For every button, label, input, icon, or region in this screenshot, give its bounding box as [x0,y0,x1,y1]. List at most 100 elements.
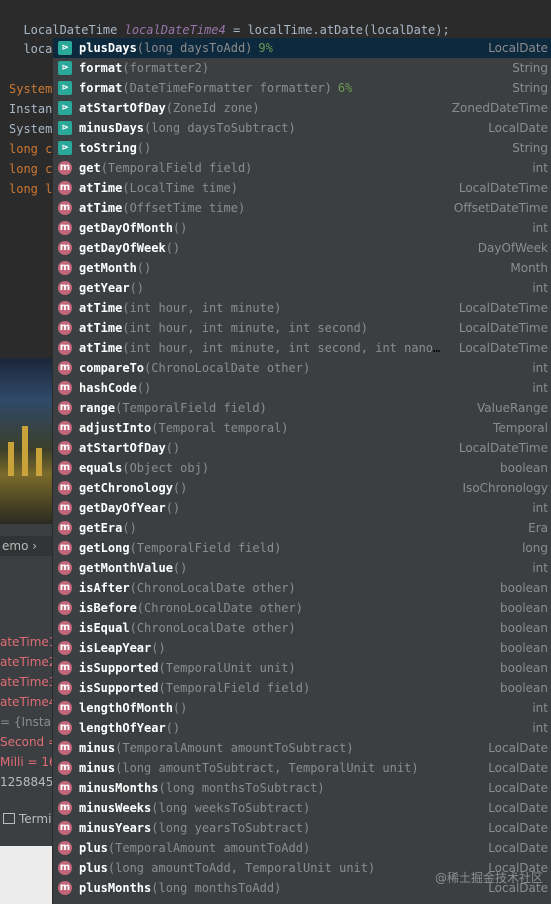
completion-item[interactable]: m getYear() int [53,278,551,298]
completion-item[interactable]: m isEqual(ChronoLocalDate other) boolean [53,618,551,638]
return-type: int [532,501,548,515]
method-name: plus [79,861,108,875]
completion-signature: minus(TemporalAmount amountToSubtract) [79,738,354,758]
code-completion-popup[interactable]: ⋗ plusDays(long daysToAdd) 9% LocalDate ⋗ for… [52,38,551,904]
method-icon: m [58,401,72,415]
method-name: isBefore [79,601,137,615]
variable-entry[interactable]: ateTime1 [0,632,56,652]
method-name: hashCode [79,381,137,395]
code-line-2[interactable]: localDate. [9,19,97,56]
completion-item[interactable]: ⋗ format(DateTimeFormatter formatter) 6% St… [53,78,551,98]
variable-entry[interactable]: = {Instan [0,712,59,732]
completion-item[interactable]: ⋗ atStartOfDay(ZoneId zone) ZonedDateTime [53,98,551,118]
method-icon: m [58,301,72,315]
completion-item[interactable]: m range(TemporalField field) ValueRange [53,398,551,418]
completion-item[interactable]: m getDayOfMonth() int [53,218,551,238]
completion-item[interactable]: m isAfter(ChronoLocalDate other) boolean [53,578,551,598]
completion-item[interactable]: m atTime(int hour, int minute) LocalDateTi… [53,298,551,318]
terminal-icon [3,813,15,824]
return-type: LocalDateTime [458,181,548,195]
completion-signature: minus(long amountToSubtract, TemporalUni… [79,758,419,778]
code-line-1[interactable]: LocalDateTime localDateTime4 = localTime… [9,0,449,37]
completion-item[interactable]: m hashCode() int [53,378,551,398]
completion-item[interactable]: m adjustInto(Temporal temporal) Temporal [53,418,551,438]
background-image [0,358,53,524]
terminal-tab[interactable]: Termi [0,808,53,830]
return-type: ZonedDateTime [451,101,548,115]
completion-signature: getDayOfMonth() [79,218,187,238]
method-params: () [172,561,188,575]
completion-item[interactable]: m getMonth() Month [53,258,551,278]
return-type: LocalDate [488,801,548,815]
completion-item[interactable]: m getDayOfWeek() DayOfWeek [53,238,551,258]
completion-item[interactable]: m getEra() Era [53,518,551,538]
return-type: LocalDate [488,121,548,135]
variable-entry[interactable]: ateTime2 [0,652,56,672]
completion-item[interactable]: m minus(TemporalAmount amountToSubtract) L… [53,738,551,758]
completion-item[interactable]: m getMonthValue() int [53,558,551,578]
completion-item[interactable]: m minus(long amountToSubtract, TemporalUn… [53,758,551,778]
completion-item[interactable]: m getLong(TemporalField field) long [53,538,551,558]
live-template-icon: ⋗ [58,121,72,135]
completion-item[interactable]: ⋗ minusDays(long daysToSubtract) LocalDate [53,118,551,138]
method-icon: m [58,781,72,795]
completion-signature: toString() [79,138,151,158]
completion-signature: atStartOfDay(ZoneId zone) [79,98,260,118]
method-name: plusMonths [79,881,152,895]
completion-item[interactable]: m get(TemporalField field) int [53,158,551,178]
completion-item[interactable]: m isBefore(ChronoLocalDate other) boolean [53,598,551,618]
completion-item[interactable]: m atTime(int hour, int minute, int second… [53,338,551,358]
return-type: int [532,361,548,375]
completion-item[interactable]: m compareTo(ChronoLocalDate other) int [53,358,551,378]
completion-signature: compareTo(ChronoLocalDate other) [79,358,310,378]
completion-item[interactable]: m getDayOfYear() int [53,498,551,518]
completion-item[interactable]: m lengthOfYear() int [53,718,551,738]
live-template-icon: ⋗ [58,101,72,115]
background-code-line: long c [9,142,53,156]
completion-item[interactable]: m atTime(int hour, int minute, int second… [53,318,551,338]
method-name: minusMonths [79,781,159,795]
completion-item[interactable]: m atTime(OffsetTime time) OffsetDateTime [53,198,551,218]
completion-item[interactable]: m equals(Object obj) boolean [53,458,551,478]
completion-signature: lengthOfMonth() [79,698,187,718]
background-code-line: System [9,122,53,136]
completion-item[interactable]: m isSupported(TemporalUnit unit) boolean [53,658,551,678]
method-params: (int hour, int minute, int second) [122,321,368,335]
return-type: LocalDate [488,41,548,55]
completion-item[interactable]: m isLeapYear() boolean [53,638,551,658]
completion-item[interactable]: m minusMonths(long monthsToSubtract) Local… [53,778,551,798]
method-icon: m [58,681,72,695]
return-type: LocalDate [488,761,548,775]
completion-item[interactable]: m minusYears(long yearsToSubtract) LocalDa… [53,818,551,838]
variable-entry[interactable]: Milli = 16 [0,752,57,772]
method-name: atTime [79,201,123,215]
debug-tool-header[interactable]: emo › [0,536,53,556]
completion-item[interactable]: m minusWeeks(long weeksToSubtract) LocalDa… [53,798,551,818]
return-type: int [532,701,548,715]
completion-signature: isBefore(ChronoLocalDate other) [79,598,303,618]
method-params: () [165,441,181,455]
completion-item[interactable]: ⋗ plusDays(long daysToAdd) 9% LocalDate [53,38,551,58]
return-type: boolean [500,681,548,695]
completion-item[interactable]: m atStartOfDay() LocalDateTime [53,438,551,458]
live-template-icon: ⋗ [58,141,72,155]
completion-item[interactable]: m getChronology() IsoChronology [53,478,551,498]
method-icon: m [58,701,72,715]
method-params: () [136,141,152,155]
completion-item[interactable]: m plus(TemporalAmount amountToAdd) LocalDa… [53,838,551,858]
variable-entry[interactable]: ateTime3 [0,672,56,692]
variable-entry[interactable]: Second = [0,732,58,752]
completion-signature: getDayOfYear() [79,498,180,518]
completion-item[interactable]: ⋗ format(formatter2) String [53,58,551,78]
method-icon: m [58,601,72,615]
background-code-line: long l [9,182,53,196]
method-name: atTime [79,301,123,315]
completion-item[interactable]: m atTime(LocalTime time) LocalDateTime [53,178,551,198]
completion-item[interactable]: m isSupported(TemporalField field) boolean [53,678,551,698]
completion-item[interactable]: m lengthOfMonth() int [53,698,551,718]
completion-signature: atTime(int hour, int minute, int second,… [79,338,444,358]
variable-entry[interactable]: ateTime4 [0,692,56,712]
completion-signature: format(formatter2) [79,58,209,78]
completion-item[interactable]: ⋗ toString() String [53,138,551,158]
method-icon: m [58,741,72,755]
